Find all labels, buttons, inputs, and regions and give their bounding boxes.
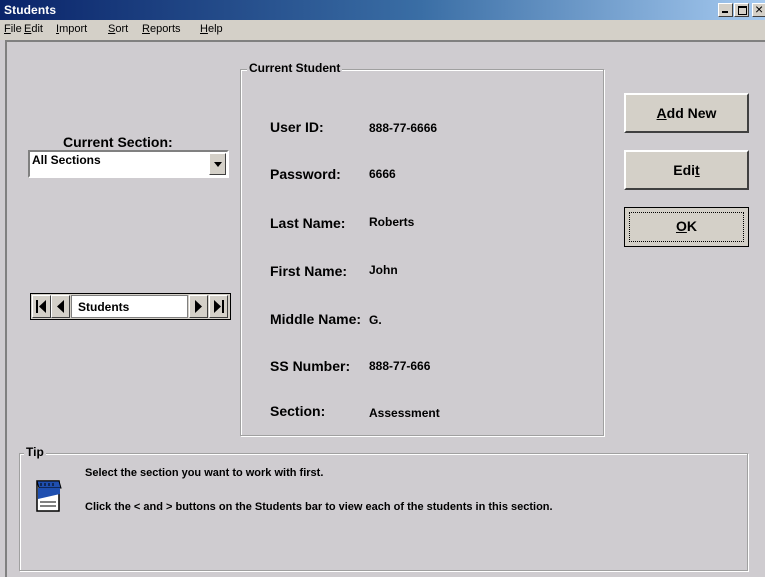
tip-group: Tip Select the section you want to work … [19, 445, 748, 571]
section-dropdown-value: All Sections [32, 153, 101, 167]
last-record-icon[interactable] [209, 295, 228, 318]
navigator-field: Students [71, 295, 188, 318]
students-window: Students File Edit Import Sort Reports H… [0, 0, 765, 577]
last-name-label: Last Name: [270, 215, 346, 231]
menu-bar: File Edit Import Sort Reports Help [0, 20, 765, 40]
menu-sort[interactable]: Sort [108, 23, 128, 35]
middle-name-value: G. [369, 313, 382, 327]
notepad-icon [36, 480, 62, 512]
menu-import[interactable]: Import [56, 23, 87, 35]
menu-edit[interactable]: Edit [24, 23, 43, 35]
menu-reports[interactable]: Reports [142, 23, 181, 35]
tip-line-1: Select the section you want to work with… [85, 467, 324, 479]
students-navigator: Students [30, 293, 231, 320]
tip-line-2: Click the < and > buttons on the Student… [85, 501, 553, 513]
tip-title: Tip [24, 445, 46, 459]
window-title: Students [4, 3, 57, 17]
user-id-label: User ID: [270, 119, 324, 135]
first-record-icon[interactable] [32, 295, 51, 318]
minimize-icon[interactable] [718, 3, 733, 17]
menu-file[interactable]: File [4, 23, 22, 35]
current-student-title: Current Student [247, 61, 343, 75]
next-record-icon[interactable] [189, 295, 208, 318]
current-student-group: Current Student User ID: 888-77-6666 Pas… [240, 61, 604, 436]
first-name-label: First Name: [270, 263, 348, 279]
navigator-label: Students [78, 300, 130, 314]
maximize-icon[interactable] [734, 3, 749, 17]
edit-button[interactable]: Edit [624, 150, 749, 190]
ss-number-label: SS Number: [270, 358, 351, 374]
close-icon[interactable] [752, 1, 765, 17]
add-new-button[interactable]: Add New [624, 93, 749, 133]
password-label: Password: [270, 166, 341, 182]
menu-help[interactable]: Help [200, 23, 223, 35]
ok-button[interactable]: OK [624, 207, 749, 247]
previous-record-icon[interactable] [51, 295, 70, 318]
dropdown-arrow-icon[interactable] [209, 153, 226, 175]
middle-name-label: Middle Name: [270, 311, 362, 327]
first-name-value: John [369, 263, 398, 277]
user-id-value: 888-77-6666 [369, 121, 438, 135]
ss-number-value: 888-77-666 [369, 359, 431, 373]
section-label: Section: [270, 403, 326, 419]
password-value: 6666 [369, 167, 396, 181]
last-name-value: Roberts [369, 215, 415, 229]
title-bar[interactable]: Students [0, 0, 765, 20]
section-value: Assessment [369, 406, 440, 420]
section-dropdown[interactable]: All Sections [28, 150, 229, 178]
current-section-label: Current Section: [63, 134, 173, 150]
